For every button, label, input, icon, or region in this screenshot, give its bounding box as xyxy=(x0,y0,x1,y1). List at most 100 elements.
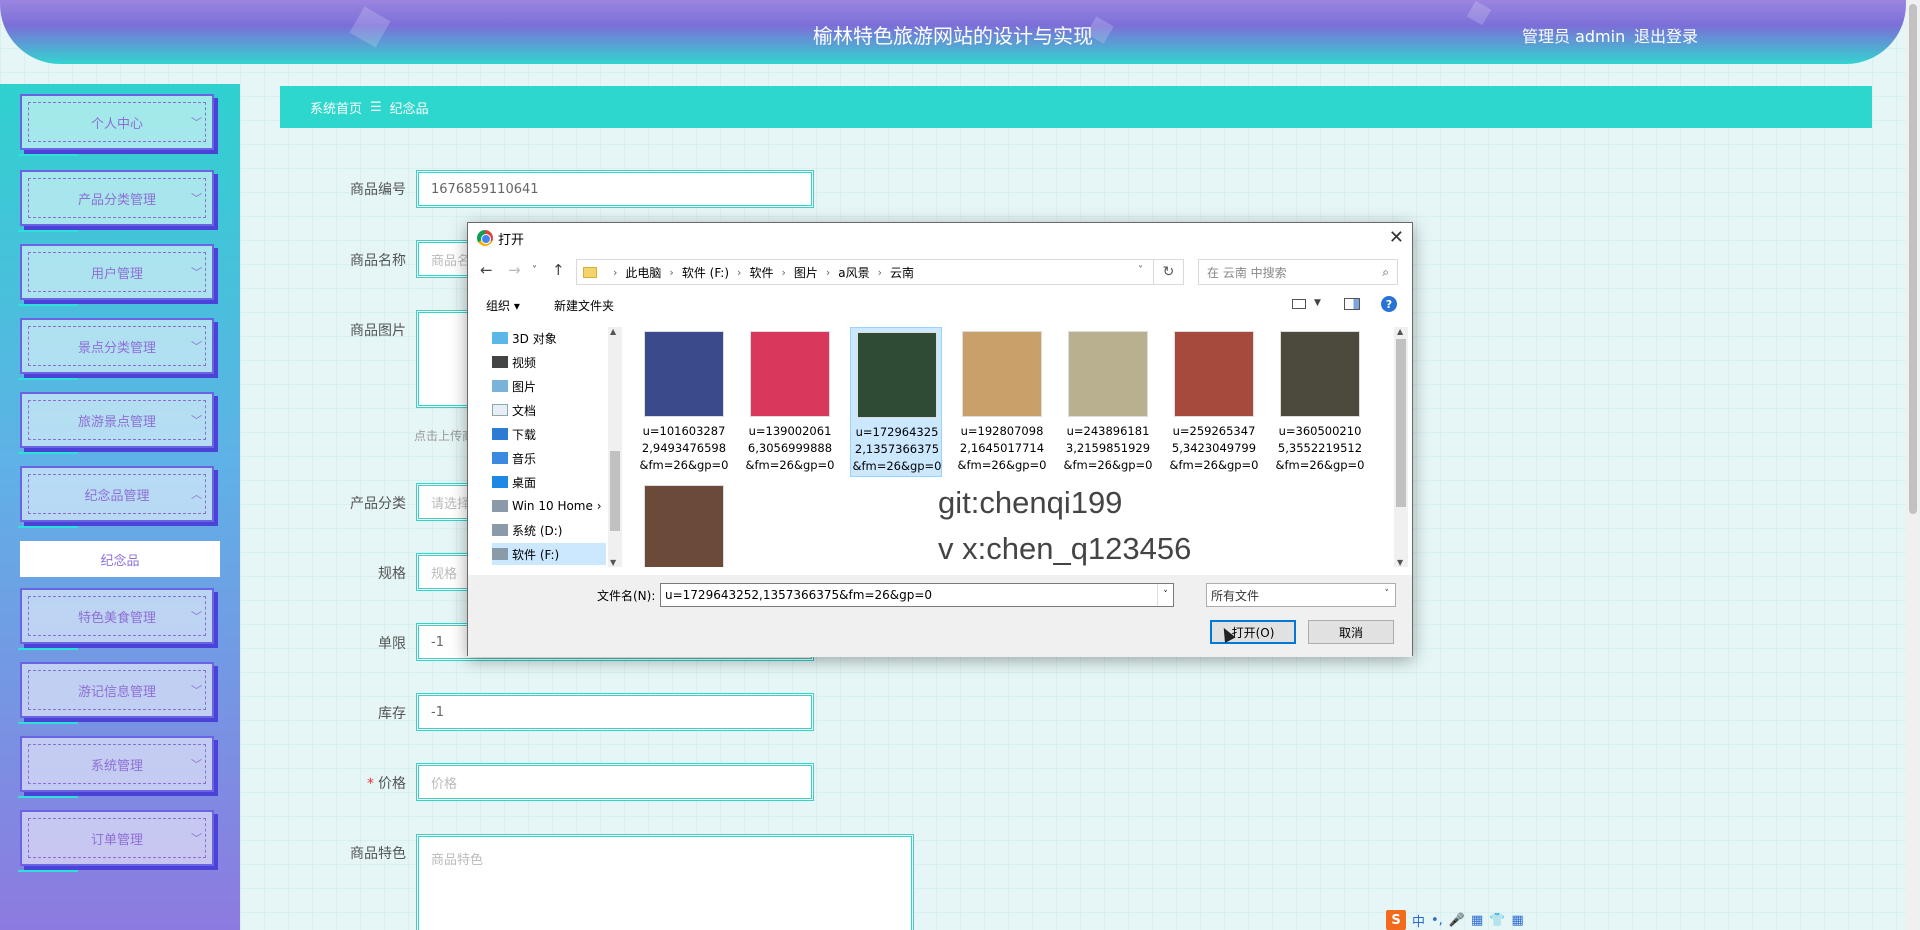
organize-menu[interactable]: 组织 ▾ xyxy=(486,297,520,314)
file-list-scrollbar[interactable]: ▲ ▼ xyxy=(1394,327,1408,567)
tree-item[interactable]: 视频 xyxy=(492,351,606,373)
tree-item[interactable]: 文档 xyxy=(492,399,606,421)
skin-icon[interactable]: 👕 xyxy=(1489,913,1505,928)
path-segment[interactable]: 云南 xyxy=(890,264,914,281)
cancel-button[interactable]: 取消 xyxy=(1308,620,1394,644)
sidebar-item-users[interactable]: 用户管理 ﹀ xyxy=(18,244,214,306)
sidebar-item-personal-center[interactable]: 个人中心 ﹀ xyxy=(18,94,214,156)
decor-line xyxy=(18,304,78,306)
path-segment[interactable]: 软件 (F:) xyxy=(682,264,729,281)
tree-item-label: 图片 xyxy=(512,379,537,394)
sidebar-item-food[interactable]: 特色美食管理 ﹀ xyxy=(18,588,214,650)
scrollbar-thumb[interactable] xyxy=(1909,4,1917,514)
forward-arrow-icon[interactable]: → xyxy=(508,261,521,279)
tree-item[interactable]: 下载 xyxy=(492,423,606,445)
tree-item-label: 3D 对象 xyxy=(512,331,557,346)
sidebar-item-scenic-category[interactable]: 景点分类管理 ﹀ xyxy=(18,318,214,380)
sidebar-item-system[interactable]: 系统管理 ﹀ xyxy=(18,736,214,798)
feature-textarea[interactable]: 商品特色 xyxy=(416,834,914,930)
sidebar-item-souvenirs[interactable]: 纪念品管理 ︿ xyxy=(18,466,214,528)
path-segment[interactable]: 此电脑 xyxy=(625,264,661,281)
scroll-down-icon[interactable]: ▼ xyxy=(610,558,616,567)
file-item[interactable]: u=2592653475,3423049799&fm=26&gp=0 xyxy=(1168,327,1260,477)
sogou-logo-icon[interactable]: S xyxy=(1386,910,1406,930)
toolbox-icon[interactable]: ▦ xyxy=(1512,913,1524,928)
current-user: 管理员 admin xyxy=(1522,27,1626,46)
close-icon[interactable]: ✕ xyxy=(1389,227,1404,248)
back-arrow-icon[interactable]: ← xyxy=(480,261,493,279)
chevron-right-icon: › xyxy=(781,265,786,279)
ime-toolbar[interactable]: S 中 •, 🎤 ▦ 👕 ▦ xyxy=(1386,910,1524,930)
tree-item[interactable]: 图片 xyxy=(492,375,606,397)
file-item[interactable]: u=2438961813,2159851929&fm=26&gp=0 xyxy=(1062,327,1154,477)
required-mark: * xyxy=(367,776,374,792)
scroll-up-icon[interactable]: ▲ xyxy=(1397,327,1403,336)
chevron-down-icon[interactable]: ˅ xyxy=(1138,265,1143,276)
file-name: u=2438961813,2159851929&fm=26&gp=0 xyxy=(1063,424,1153,472)
decor-line xyxy=(18,796,78,798)
sidebar-item-scenic-spots[interactable]: 旅游景点管理 ﹀ xyxy=(18,392,214,454)
tree-item[interactable]: 音乐 xyxy=(492,447,606,469)
scrollbar-thumb[interactable] xyxy=(1396,339,1406,507)
refresh-icon[interactable]: ↻ xyxy=(1154,259,1184,285)
path-segment[interactable]: a风景 xyxy=(838,264,869,281)
tree-scrollbar[interactable]: ▲ ▼ xyxy=(608,327,622,567)
cube-icon xyxy=(492,332,508,344)
image-thumbnail xyxy=(857,332,937,418)
price-input[interactable]: 价格 xyxy=(416,763,814,801)
up-arrow-icon[interactable]: ↑ xyxy=(552,261,565,279)
sidebar-item-orders[interactable]: 订单管理 ﹀ xyxy=(18,810,214,872)
scroll-up-icon[interactable]: ▲ xyxy=(610,327,616,336)
sidebar-item-travel-notes[interactable]: 游记信息管理 ﹀ xyxy=(18,662,214,724)
name-label: 商品名称 xyxy=(350,253,406,269)
file-item[interactable] xyxy=(638,481,730,567)
recent-dropdown-icon[interactable]: ˅ xyxy=(532,265,537,276)
file-item[interactable]: u=1928070982,1645017714&fm=26&gp=0 xyxy=(956,327,1048,477)
tree-item[interactable]: 桌面 xyxy=(492,471,606,493)
sidebar-item-product-category[interactable]: 产品分类管理 ﹀ xyxy=(18,170,214,232)
file-item[interactable]: u=1390020616,3056999888&fm=26&gp=0 xyxy=(744,327,836,477)
filetype-select[interactable]: 所有文件 ˅ xyxy=(1206,583,1396,607)
file-item[interactable]: u=3605002105,3552219512&fm=26&gp=0 xyxy=(1274,327,1366,477)
preview-pane-icon[interactable] xyxy=(1344,298,1360,310)
filetype-value: 所有文件 xyxy=(1211,588,1260,603)
breadcrumb-home[interactable]: 系统首页 xyxy=(310,98,362,117)
sidebar: 个人中心 ﹀ 产品分类管理 ﹀ 用户管理 ﹀ 景点分类管理 ﹀ 旅游景点管理 ﹀… xyxy=(0,84,240,930)
chevron-right-icon: › xyxy=(669,265,674,279)
chevron-down-icon[interactable]: ˅ xyxy=(1157,584,1173,606)
file-item[interactable]: u=1016032872,9493476598&fm=26&gp=0 xyxy=(638,327,730,477)
stock-input[interactable]: -1 xyxy=(416,693,814,731)
tree-item[interactable]: 系统 (D:) xyxy=(492,519,606,541)
chevron-down-icon[interactable]: ▼ xyxy=(1314,298,1321,308)
page-scrollbar[interactable] xyxy=(1906,0,1920,930)
scroll-down-icon[interactable]: ▼ xyxy=(1397,558,1403,567)
search-input[interactable]: 在 云南 中搜索 ⌕ xyxy=(1198,259,1398,285)
scrollbar-thumb[interactable] xyxy=(610,451,620,531)
chevron-down-icon: ﹀ xyxy=(191,340,202,353)
filename-input[interactable]: u=1729643252,1357366375&fm=26&gp=0 ˅ xyxy=(660,583,1174,607)
navigation-tree: 3D 对象 视频 图片 文档 下载 音乐 桌面 Win 10 Home › 系统… xyxy=(468,327,608,567)
ime-mode-icon[interactable]: 中 xyxy=(1412,911,1425,930)
image-thumbnail xyxy=(644,485,724,567)
microphone-icon[interactable]: 🎤 xyxy=(1449,913,1465,928)
tree-item[interactable]: 软件 (F:) xyxy=(492,543,606,565)
view-mode-icon[interactable] xyxy=(1292,299,1306,309)
help-icon[interactable]: ? xyxy=(1381,296,1397,312)
logout-link[interactable]: 退出登录 xyxy=(1634,23,1698,47)
tree-item[interactable]: 3D 对象 xyxy=(492,327,606,349)
tree-item[interactable]: Win 10 Home › xyxy=(492,495,606,517)
address-bar[interactable]: › 此电脑 › 软件 (F:) › 软件 › 图片 › a风景 › 云南 ˅ xyxy=(576,259,1154,285)
path-segment[interactable]: 软件 xyxy=(749,264,773,281)
decor-line xyxy=(18,870,78,872)
sidebar-item-label: 特色美食管理 xyxy=(77,610,156,626)
submenu-item-souvenir[interactable]: 纪念品 xyxy=(20,541,220,577)
decor-line xyxy=(18,526,78,528)
new-folder-button[interactable]: 新建文件夹 xyxy=(554,297,614,314)
path-segment[interactable]: 图片 xyxy=(794,264,818,281)
sidebar-item-label: 产品分类管理 xyxy=(77,192,156,208)
keyboard-icon[interactable]: ▦ xyxy=(1471,913,1483,928)
file-item[interactable]: u=1729643252,1357366375&fm=26&gp=0 xyxy=(850,327,942,477)
ime-punct-icon[interactable]: •, xyxy=(1431,913,1443,928)
price-label: * 价格 xyxy=(280,773,406,793)
code-input[interactable]: 1676859110641 xyxy=(416,170,814,208)
